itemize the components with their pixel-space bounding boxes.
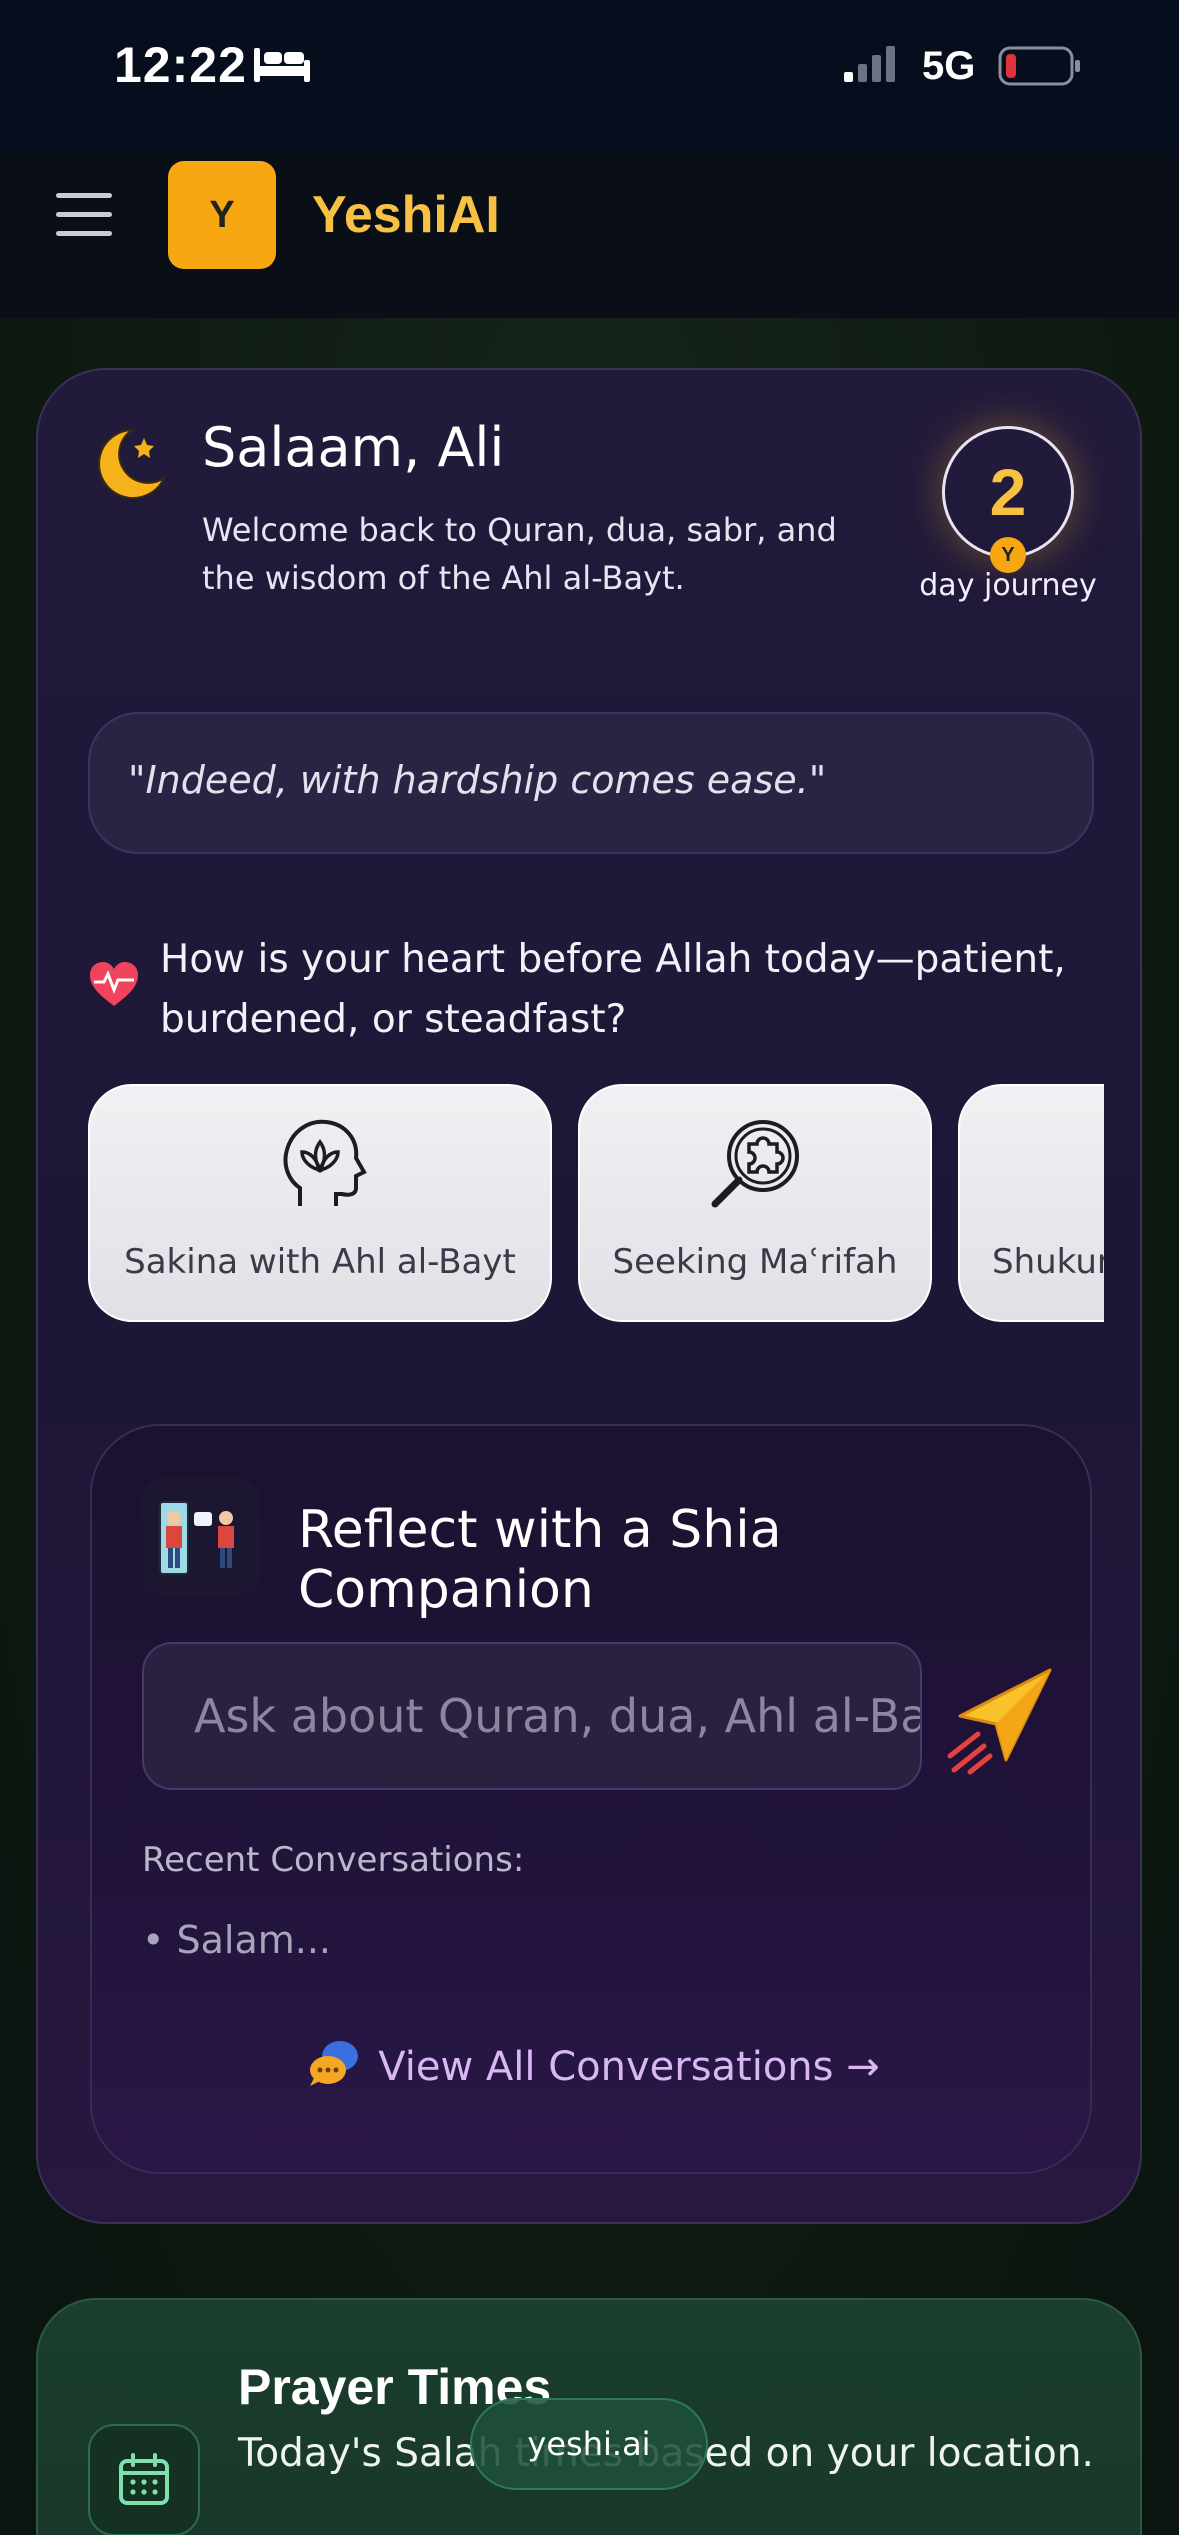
status-time: 12:22 (114, 37, 247, 93)
app-logo[interactable]: Y (168, 161, 276, 269)
battery-icon (998, 46, 1080, 86)
mood-options: Sakina with Ahl al-Bayt Seeking Maʿrifah… (88, 1084, 1104, 1324)
recent-conversations-label: Recent Conversations: (142, 1840, 525, 1880)
mood-question: How is your heart before Allah today—pat… (160, 937, 1066, 1042)
greeting-subtitle: Welcome back to Quran, dua, sabr, and th… (202, 511, 837, 597)
browser-url-pill[interactable]: yeshi.ai (470, 2398, 708, 2490)
mood-option-label: Seeking Maʿrifah (612, 1242, 898, 1282)
view-all-label: View All Conversations → (378, 2044, 880, 2090)
signal-icon (844, 46, 895, 82)
companion-icon (142, 1478, 260, 1596)
heart-pulse-icon (90, 962, 138, 1006)
view-all-conversations-link[interactable]: View All Conversations → (92, 2038, 1094, 2090)
mood-option-label: Shukur (992, 1242, 1104, 1282)
welcome-card: Salaam, Ali Welcome back to Quran, dua, … (36, 368, 1142, 2224)
daily-quote: "Indeed, with hardship comes ease." (88, 712, 1094, 854)
brand-name: YeshiAI (312, 186, 500, 244)
streak-counter: 2 Y (942, 426, 1074, 573)
bed-icon (254, 48, 310, 82)
streak-label: day journey (919, 568, 1097, 603)
mood-option-shukur[interactable]: Shukur (958, 1084, 1104, 1322)
crescent-moon-icon (98, 428, 167, 499)
mood-option-sakina[interactable]: Sakina with Ahl al-Bayt (88, 1084, 552, 1322)
calendar-icon-box (88, 2424, 200, 2535)
app-header: Y YeshiAI (0, 155, 1179, 318)
recent-conversation-item[interactable]: • Salam... (142, 1918, 331, 1962)
streak-count: 2 (989, 455, 1027, 529)
speech-bubbles-icon (310, 2041, 359, 2086)
companion-card: Reflect with a Shia Companion Recent Con… (90, 1424, 1092, 2174)
ask-input[interactable] (142, 1642, 922, 1790)
puzzle-magnifier-icon (711, 1120, 799, 1208)
greeting-title: Salaam, Ali (202, 416, 505, 479)
mood-option-marifah[interactable]: Seeking Maʿrifah (578, 1084, 932, 1322)
quote-text: "Indeed, with hardship comes ease." (128, 758, 827, 802)
companion-title: Reflect with a Shia Companion (298, 1500, 782, 1620)
head-lotus-icon (283, 1119, 367, 1206)
hamburger-icon[interactable] (56, 193, 112, 237)
mood-option-label: Sakina with Ahl al-Bayt (124, 1242, 516, 1282)
network-label: 5G (922, 44, 976, 88)
send-plane-icon[interactable] (940, 1660, 1060, 1780)
calendar-icon (119, 2453, 169, 2505)
status-bar: 12:22 5G (0, 0, 1179, 155)
